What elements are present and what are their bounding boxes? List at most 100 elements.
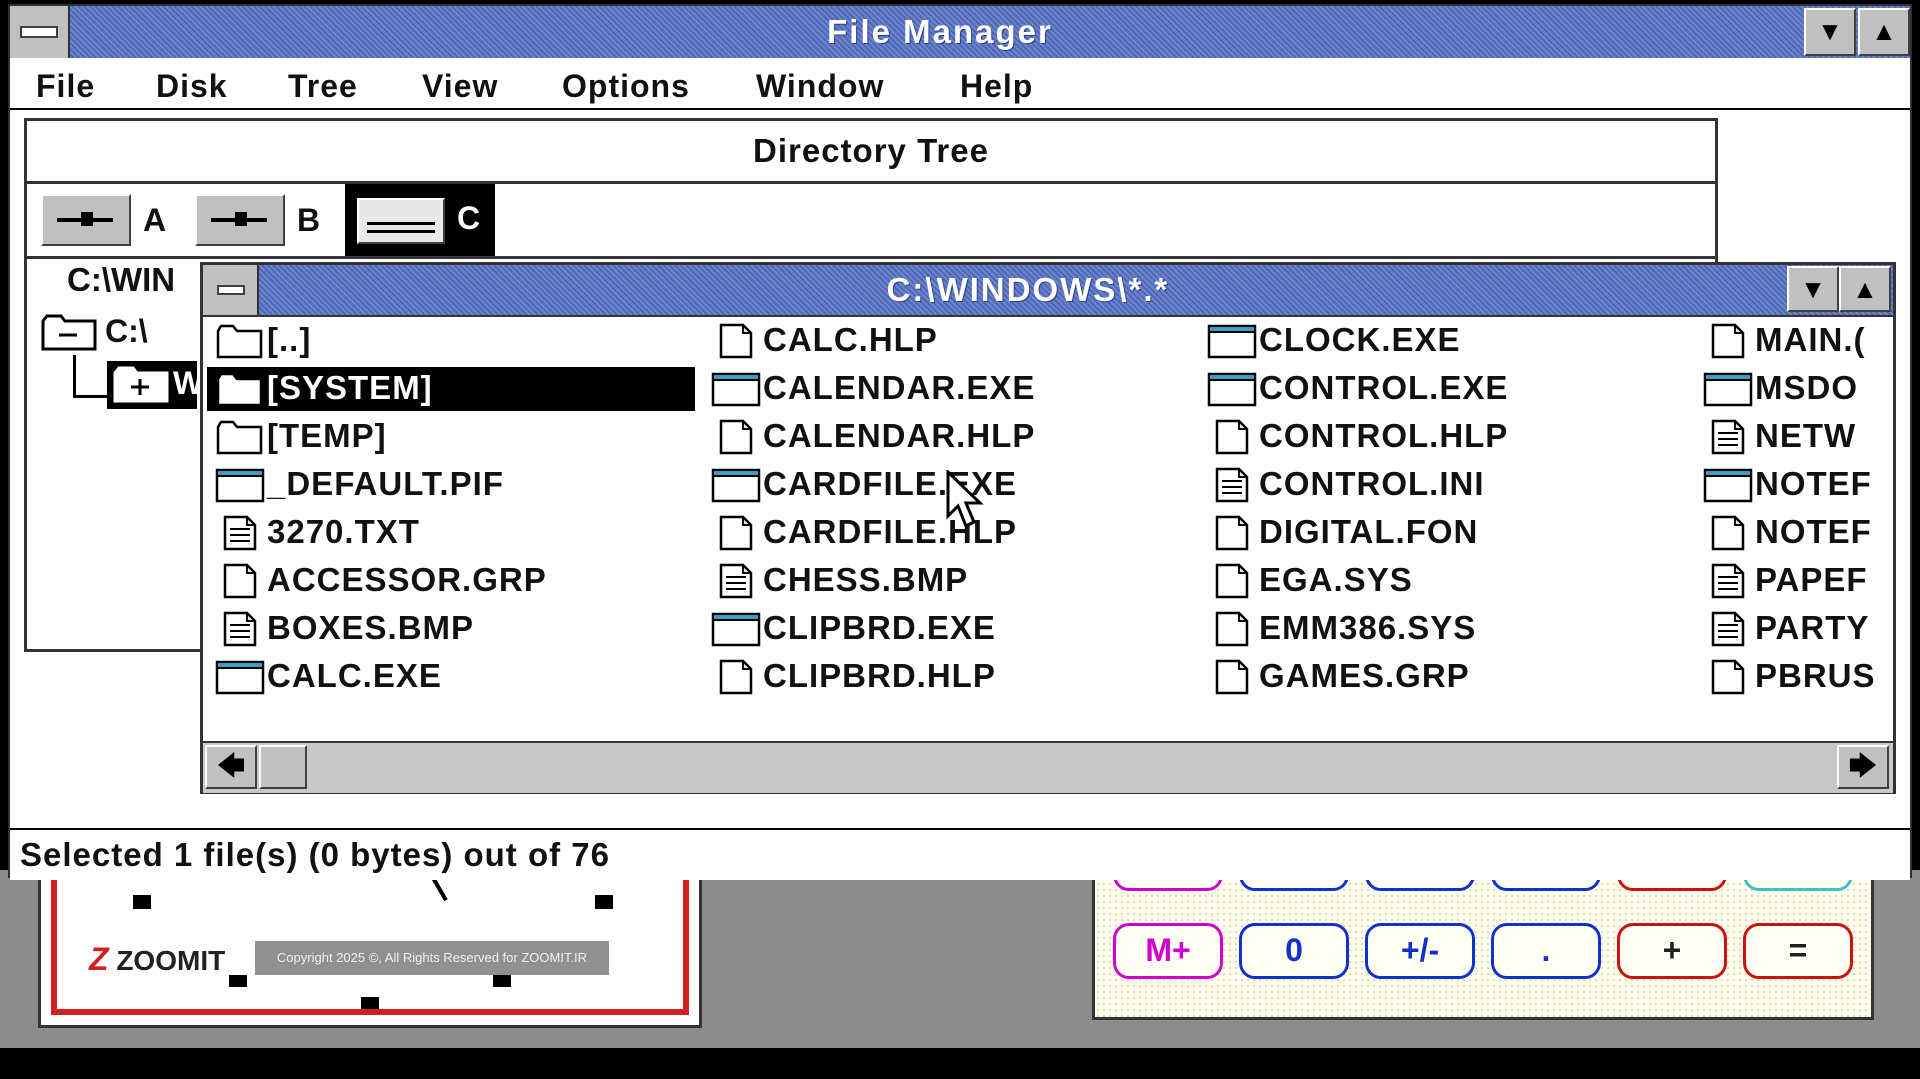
drive-a[interactable]: A <box>41 194 191 246</box>
folder-open-icon <box>41 314 97 351</box>
system-menu-box[interactable] <box>10 6 70 58</box>
file-item[interactable]: EGA.SYS <box>1199 559 1679 603</box>
menu-options[interactable]: Options <box>562 68 690 105</box>
tree-path-label: C:\WIN <box>67 261 176 298</box>
menu-window[interactable]: Window <box>756 68 884 105</box>
file-item[interactable]: MSDO <box>1695 367 1887 411</box>
file-item[interactable]: MAIN.( <box>1695 319 1887 363</box>
file-item[interactable]: ACCESSOR.GRP <box>207 559 687 603</box>
drive-c[interactable]: C <box>345 184 495 256</box>
menu-disk[interactable]: Disk <box>156 68 228 105</box>
file-name: NOTEF <box>1755 513 1872 550</box>
file-name: BOXES.BMP <box>267 609 475 646</box>
calc-button-0[interactable]: 0 <box>1239 923 1349 979</box>
file-item[interactable]: EMM386.SYS <box>1199 607 1679 651</box>
file-item[interactable]: [TEMP] <box>207 415 687 459</box>
file-item[interactable]: GAMES.GRP <box>1199 655 1679 699</box>
file-item[interactable]: CARDFILE.EXE <box>703 463 1183 507</box>
document-icon <box>1703 611 1753 647</box>
zoomit-z-icon: Z <box>89 941 109 977</box>
file-item[interactable]: CLIPBRD.EXE <box>703 607 1183 651</box>
calculator-window[interactable]: M+ 0 +/- . + = <box>1092 835 1874 1020</box>
directory-maximize-button[interactable]: ▲ <box>1839 266 1891 312</box>
file-item[interactable]: CLIPBRD.HLP <box>703 655 1183 699</box>
file-item[interactable]: CONTROL.HLP <box>1199 415 1679 459</box>
file-name: PAPEF <box>1755 561 1868 598</box>
file-name: [SYSTEM] <box>267 369 433 406</box>
file-item[interactable]: CALC.HLP <box>703 319 1183 363</box>
calc-button-plus[interactable]: + <box>1617 923 1727 979</box>
file-item[interactable]: CALENDAR.HLP <box>703 415 1183 459</box>
file-item[interactable]: _DEFAULT.PIF <box>207 463 687 507</box>
clock-hour-mark <box>361 997 379 1009</box>
menu-help[interactable]: Help <box>960 68 1033 105</box>
scroll-thumb[interactable] <box>259 745 307 789</box>
directory-title: C:\WINDOWS\*.* <box>886 271 1170 308</box>
file-manager-window: File Manager ▼ ▲ File Disk Tree View Opt… <box>8 4 1912 880</box>
file-item[interactable]: [..] <box>207 319 687 363</box>
file-name: CALENDAR.EXE <box>763 369 1036 406</box>
file-icon <box>1207 419 1257 455</box>
menu-file[interactable]: File <box>36 68 95 105</box>
file-item[interactable]: DIGITAL.FON <box>1199 511 1679 555</box>
program-icon <box>1703 467 1753 503</box>
drive-a-label: A <box>143 202 167 238</box>
program-icon <box>215 659 265 695</box>
folder-icon <box>215 419 265 455</box>
calc-button-sign[interactable]: +/- <box>1365 923 1475 979</box>
file-item[interactable]: CLOCK.EXE <box>1199 319 1679 363</box>
file-item[interactable]: 3270.TXT <box>207 511 687 555</box>
status-bar: Selected 1 file(s) (0 bytes) out of 76 <box>10 828 1910 880</box>
tree-node-root[interactable]: C:\ <box>41 311 181 355</box>
tree-node-label: C:\ <box>105 313 148 349</box>
directory-title-bar[interactable]: C:\WINDOWS\*.* ▼ ▲ <box>203 265 1893 317</box>
drive-b-label: B <box>297 202 321 238</box>
file-icon <box>215 563 265 599</box>
tree-node-windows[interactable]: W <box>107 361 203 409</box>
file-item[interactable]: CARDFILE.HLP <box>703 511 1183 555</box>
file-item[interactable]: PARTY <box>1695 607 1887 651</box>
minimize-button[interactable]: ▼ <box>1804 8 1856 56</box>
file-icon <box>1207 611 1257 647</box>
clock-window[interactable]: Z ZOOMIT Copyright 2025 ©, All Rights Re… <box>38 856 702 1028</box>
clock-face <box>51 863 689 1015</box>
file-icon <box>711 419 761 455</box>
file-item[interactable]: NOTEF <box>1695 463 1887 507</box>
file-item[interactable]: CONTROL.INI <box>1199 463 1679 507</box>
file-item[interactable]: NETW <box>1695 415 1887 459</box>
program-icon <box>1703 371 1753 407</box>
file-name: EMM386.SYS <box>1259 609 1477 646</box>
horizontal-scrollbar[interactable]: 🡄 🡆 <box>203 741 1893 793</box>
file-icon <box>711 515 761 551</box>
file-item[interactable]: CALC.EXE <box>207 655 687 699</box>
file-icon <box>1207 515 1257 551</box>
file-name: PARTY <box>1755 609 1870 646</box>
directory-minimize-button[interactable]: ▼ <box>1787 266 1839 312</box>
document-icon <box>215 515 265 551</box>
calc-button-decimal[interactable]: . <box>1491 923 1601 979</box>
file-name: MSDO <box>1755 369 1858 406</box>
file-item[interactable]: [SYSTEM] <box>207 367 695 411</box>
menu-view[interactable]: View <box>422 68 498 105</box>
drive-b[interactable]: B <box>195 194 345 246</box>
floppy-drive-icon <box>41 194 131 246</box>
file-item[interactable]: CALENDAR.EXE <box>703 367 1183 411</box>
scroll-right-button[interactable]: 🡆 <box>1837 745 1889 789</box>
file-item[interactable]: PBRUS <box>1695 655 1887 699</box>
directory-window[interactable]: C:\WINDOWS\*.* ▼ ▲ [..] [SYSTEM] [TEMP] _DE… <box>200 262 1896 794</box>
maximize-button[interactable]: ▲ <box>1858 8 1910 56</box>
calc-button-mplus[interactable]: M+ <box>1113 923 1223 979</box>
scroll-left-button[interactable]: 🡄 <box>205 745 257 789</box>
file-icon <box>1703 323 1753 359</box>
menu-tree[interactable]: Tree <box>288 68 358 105</box>
file-item[interactable]: PAPEF <box>1695 559 1887 603</box>
file-item[interactable]: BOXES.BMP <box>207 607 687 651</box>
title-bar[interactable]: File Manager ▼ ▲ <box>10 6 1910 58</box>
clock-hour-mark <box>493 975 511 987</box>
directory-system-menu[interactable] <box>203 265 259 315</box>
file-name: _DEFAULT.PIF <box>267 465 504 502</box>
file-item[interactable]: CONTROL.EXE <box>1199 367 1679 411</box>
file-item[interactable]: CHESS.BMP <box>703 559 1183 603</box>
calc-button-equals[interactable]: = <box>1743 923 1853 979</box>
file-item[interactable]: NOTEF <box>1695 511 1887 555</box>
